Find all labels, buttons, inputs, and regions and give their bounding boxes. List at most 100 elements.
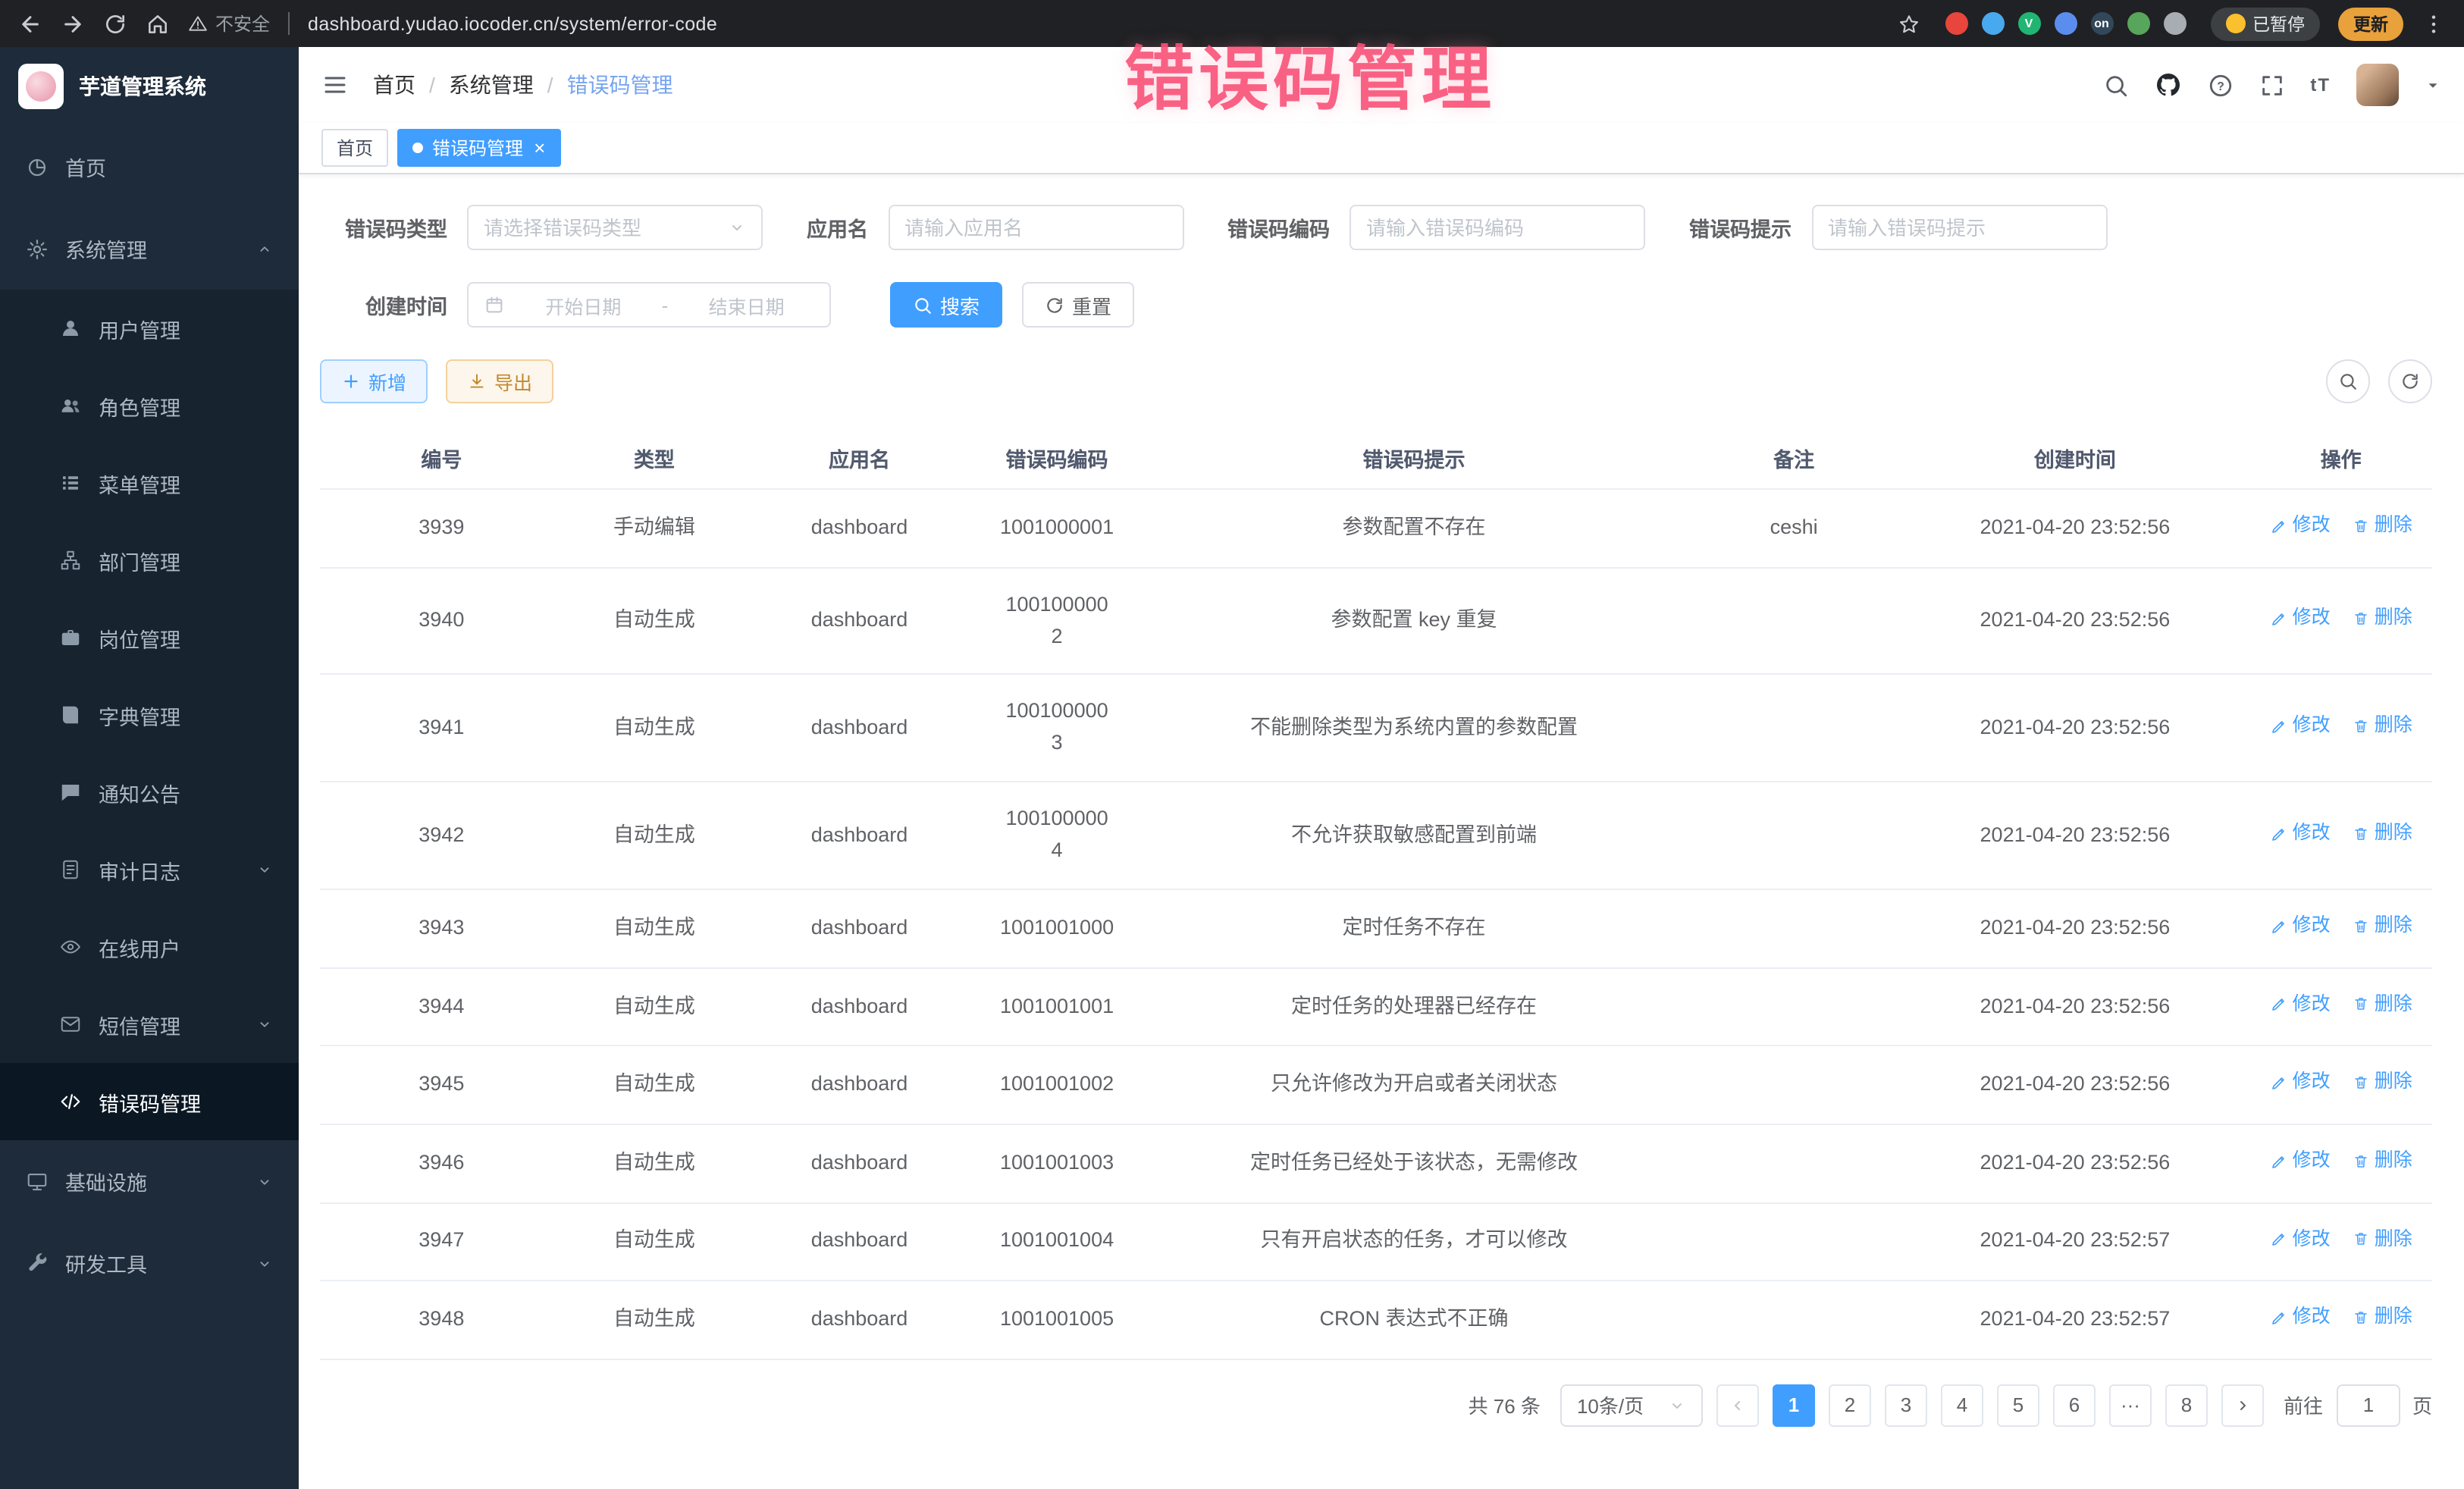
- delete-link[interactable]: 删除: [2352, 1224, 2412, 1254]
- goto-page-input[interactable]: [2337, 1384, 2400, 1427]
- dark-badge-extension-icon[interactable]: on: [2090, 12, 2113, 35]
- edit-link[interactable]: 修改: [2270, 1068, 2331, 1098]
- edit-link[interactable]: 修改: [2270, 1224, 2331, 1254]
- forward-icon[interactable]: [61, 11, 85, 36]
- error-msg-input[interactable]: [1828, 216, 2090, 239]
- record-extension-icon[interactable]: [1945, 12, 1967, 35]
- tab-错误码管理[interactable]: 错误码管理×: [397, 129, 560, 167]
- sidebar-item[interactable]: 部门管理: [0, 522, 299, 599]
- cell-msg: 定时任务已经处于该状态，无需修改: [1140, 1124, 1688, 1202]
- edit-link[interactable]: 修改: [2270, 1302, 2331, 1332]
- tab-close-icon[interactable]: ×: [534, 138, 545, 158]
- sidebar-item[interactable]: 通知公告: [0, 754, 299, 831]
- back-icon[interactable]: [18, 11, 42, 36]
- user-avatar[interactable]: [2356, 64, 2399, 106]
- logo-row[interactable]: 芋道管理系统: [0, 47, 299, 126]
- search-button[interactable]: 搜索: [890, 282, 1002, 328]
- edit-icon: [2270, 516, 2288, 534]
- edit-link[interactable]: 修改: [2270, 819, 2331, 848]
- sidebar-item[interactable]: 字典管理: [0, 676, 299, 754]
- edit-icon: [2270, 1309, 2288, 1327]
- page-button[interactable]: 1: [1773, 1384, 1815, 1427]
- sidebar-item[interactable]: 研发工具: [0, 1222, 299, 1304]
- profile-chip[interactable]: 已暂停: [2210, 7, 2320, 40]
- edit-link[interactable]: 修改: [2270, 1146, 2331, 1176]
- location-extension-icon[interactable]: [1981, 12, 2004, 35]
- security-indicator[interactable]: 不安全: [188, 11, 270, 36]
- delete-link[interactable]: 删除: [2352, 990, 2412, 1020]
- fullscreen-icon[interactable]: [2259, 72, 2284, 98]
- page-button[interactable]: 5: [1997, 1384, 2039, 1427]
- cell-actions: 修改删除: [2249, 782, 2432, 890]
- help-icon[interactable]: ?: [2207, 72, 2233, 98]
- prev-page-button[interactable]: [1716, 1384, 1759, 1427]
- sidebar-item[interactable]: 审计日志: [0, 831, 299, 908]
- search-icon[interactable]: [2102, 72, 2128, 98]
- sidebar-item-label: 在线用户: [99, 932, 273, 962]
- delete-link[interactable]: 删除: [2352, 911, 2412, 941]
- app-name-input[interactable]: [904, 216, 1167, 239]
- sidebar-item[interactable]: 首页: [0, 126, 299, 208]
- error-type-select[interactable]: [467, 205, 763, 250]
- sidebar-item[interactable]: 错误码管理: [0, 1063, 299, 1140]
- page-button[interactable]: 8: [2165, 1384, 2208, 1427]
- sidebar-item[interactable]: 用户管理: [0, 290, 299, 367]
- delete-link[interactable]: 删除: [2352, 603, 2412, 633]
- v-green-extension-icon[interactable]: V: [2017, 12, 2040, 35]
- more-pages-button[interactable]: ···: [2109, 1384, 2152, 1427]
- delete-link[interactable]: 删除: [2352, 1068, 2412, 1098]
- sidebar-item-label: 首页: [65, 152, 273, 182]
- delete-link[interactable]: 删除: [2352, 819, 2412, 848]
- page-button[interactable]: 4: [1941, 1384, 1983, 1427]
- sidebar-item[interactable]: 短信管理: [0, 986, 299, 1063]
- page-button[interactable]: 6: [2053, 1384, 2096, 1427]
- sidebar-item[interactable]: 角色管理: [0, 367, 299, 444]
- cell-code: 1001001005: [973, 1281, 1140, 1359]
- page-button[interactable]: 3: [1885, 1384, 1927, 1427]
- delete-link[interactable]: 删除: [2352, 511, 2412, 541]
- caret-down-icon[interactable]: [2425, 77, 2441, 93]
- edit-link[interactable]: 修改: [2270, 990, 2331, 1020]
- sidebar-item[interactable]: 基础设施: [0, 1140, 299, 1222]
- sidebar-item[interactable]: 菜单管理: [0, 444, 299, 522]
- reload-icon[interactable]: [103, 11, 127, 36]
- add-button[interactable]: 新增: [320, 359, 428, 403]
- end-date-placeholder[interactable]: 结束日期: [679, 290, 814, 319]
- cell-msg: 参数配置不存在: [1140, 489, 1688, 567]
- puzzle-extension-icon[interactable]: [2163, 12, 2186, 35]
- reset-button[interactable]: 重置: [1022, 282, 1134, 328]
- edit-link[interactable]: 修改: [2270, 511, 2331, 541]
- home-icon[interactable]: [146, 11, 170, 36]
- date-range-picker[interactable]: 开始日期 - 结束日期: [467, 282, 831, 328]
- error-code-input[interactable]: [1366, 216, 1629, 239]
- url-text[interactable]: dashboard.yudao.iocoder.cn/system/error-…: [308, 13, 1878, 34]
- refresh-table-button[interactable]: [2388, 359, 2432, 403]
- edit-link[interactable]: 修改: [2270, 911, 2331, 941]
- sidebar-item[interactable]: 系统管理: [0, 208, 299, 290]
- page-button[interactable]: 2: [1829, 1384, 1871, 1427]
- leaf-extension-icon[interactable]: [2127, 12, 2149, 35]
- breadcrumb-home[interactable]: 首页: [373, 70, 415, 100]
- tab-首页[interactable]: 首页: [321, 129, 388, 167]
- next-page-button[interactable]: [2221, 1384, 2264, 1427]
- edit-link[interactable]: 修改: [2270, 711, 2331, 741]
- start-date-placeholder[interactable]: 开始日期: [516, 290, 651, 319]
- bookmark-star-icon[interactable]: [1896, 11, 1920, 36]
- delete-link[interactable]: 删除: [2352, 711, 2412, 741]
- kebab-menu-icon[interactable]: [2422, 11, 2446, 36]
- github-icon[interactable]: [2154, 71, 2181, 99]
- breadcrumb-system[interactable]: 系统管理: [449, 70, 534, 100]
- hamburger-icon[interactable]: [321, 71, 349, 99]
- font-size-icon[interactable]: tT: [2310, 74, 2331, 96]
- delete-link[interactable]: 删除: [2352, 1302, 2412, 1332]
- sidebar-item[interactable]: 岗位管理: [0, 599, 299, 676]
- update-button[interactable]: 更新: [2338, 7, 2403, 40]
- grid-extension-icon[interactable]: [2054, 12, 2077, 35]
- sidebar-item[interactable]: 在线用户: [0, 908, 299, 986]
- error-type-select-input[interactable]: [484, 216, 719, 239]
- toggle-search-button[interactable]: [2326, 359, 2370, 403]
- edit-link[interactable]: 修改: [2270, 603, 2331, 633]
- page-size-select[interactable]: 10条/页: [1560, 1384, 1703, 1427]
- delete-link[interactable]: 删除: [2352, 1146, 2412, 1176]
- export-button[interactable]: 导出: [446, 359, 553, 403]
